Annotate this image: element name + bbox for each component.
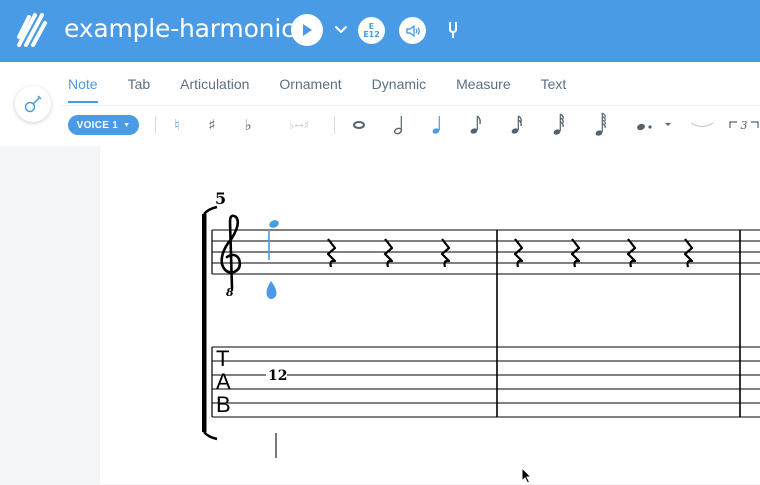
tuning-fork-button[interactable] <box>442 19 464 41</box>
half-note-button[interactable] <box>390 113 408 137</box>
toolbar-separator <box>334 116 335 134</box>
enharmonic-button[interactable]: ♭↔♯ <box>279 113 319 137</box>
tab-tab[interactable]: Tab <box>128 76 151 103</box>
tab-text[interactable]: Text <box>541 76 567 103</box>
mouse-pointer-icon <box>521 467 533 484</box>
toolbar-divider <box>60 105 760 106</box>
tab-letter-a: A <box>216 369 231 394</box>
tuplet-number: 3 <box>741 119 748 132</box>
natural-button[interactable]: ♮ <box>170 113 184 137</box>
side-panel <box>0 146 99 484</box>
dotted-note-dropdown[interactable] <box>633 113 673 137</box>
dotted-note-icon <box>637 123 671 131</box>
tuplet-button[interactable]: 3 <box>728 113 760 137</box>
whole-note-button[interactable] <box>350 113 368 137</box>
editor-toolbar: Note Tab Articulation Ornament Dynamic M… <box>0 62 760 146</box>
tuning-label-bottom: E12 <box>363 29 380 39</box>
flat-button[interactable]: ♭ <box>241 113 255 137</box>
chevron-down-icon <box>335 26 347 34</box>
playback-options-button[interactable] <box>332 20 350 40</box>
play-icon <box>303 24 312 36</box>
tab-staff <box>212 346 760 418</box>
voice-selector[interactable]: VOICE 1 ▼ <box>68 115 139 135</box>
voice-label: VOICE 1 <box>76 119 119 131</box>
tab-note[interactable]: Note <box>68 76 98 103</box>
caret-down-icon: ▼ <box>123 121 131 129</box>
tuning-fork-icon <box>449 22 457 38</box>
sharp-button[interactable]: ♯ <box>205 113 219 137</box>
tie-icon <box>690 122 714 128</box>
instrument-button[interactable] <box>15 86 51 122</box>
app-header: example-harmonic E E12 <box>0 0 760 62</box>
score-canvas[interactable]: 5 8 T A B 12 <box>100 146 760 484</box>
tab-letter-t: T <box>216 346 229 371</box>
tab-letter-b: B <box>216 392 231 417</box>
play-button[interactable] <box>291 14 323 46</box>
app-logo-icon[interactable] <box>16 13 48 47</box>
toolbar-separator <box>155 116 156 134</box>
sixty-fourth-note-icon <box>595 112 606 136</box>
sixty-fourth-note-button[interactable] <box>591 112 609 137</box>
whole-note-icon <box>353 121 365 129</box>
tab-articulation[interactable]: Articulation <box>180 76 249 103</box>
speaker-icon <box>405 24 420 37</box>
eighth-note-icon <box>470 115 481 134</box>
selected-note[interactable] <box>266 219 281 299</box>
clef-octave-marker: 8 <box>226 286 234 299</box>
quarter-note-button[interactable] <box>428 113 446 137</box>
tuplet-icon: 3 <box>729 119 759 132</box>
sound-button[interactable] <box>399 17 426 44</box>
standard-staff <box>212 229 760 275</box>
system-bracket <box>202 205 218 441</box>
thirty-second-note-button[interactable] <box>549 113 567 137</box>
guitar-icon <box>24 95 42 113</box>
sixteenth-note-button[interactable] <box>507 113 525 137</box>
tab-dynamic[interactable]: Dynamic <box>372 76 426 103</box>
half-note-icon <box>393 116 403 135</box>
thirty-second-note-icon <box>553 113 564 135</box>
tab-bar: Note Tab Articulation Ornament Dynamic M… <box>68 76 596 103</box>
fret-number[interactable]: 12 <box>268 368 287 384</box>
measure-number: 5 <box>215 189 226 208</box>
tab-measure[interactable]: Measure <box>456 76 510 103</box>
tuning-button[interactable]: E E12 <box>358 17 385 44</box>
score-svg: 5 8 T A B 12 <box>202 189 760 458</box>
tie-button[interactable] <box>688 113 716 137</box>
sixteenth-note-icon <box>511 115 522 134</box>
eighth-note-button[interactable] <box>466 113 484 137</box>
document-title[interactable]: example-harmonic <box>64 14 295 43</box>
quarter-note-icon <box>432 116 440 134</box>
tab-ornament[interactable]: Ornament <box>279 76 341 103</box>
